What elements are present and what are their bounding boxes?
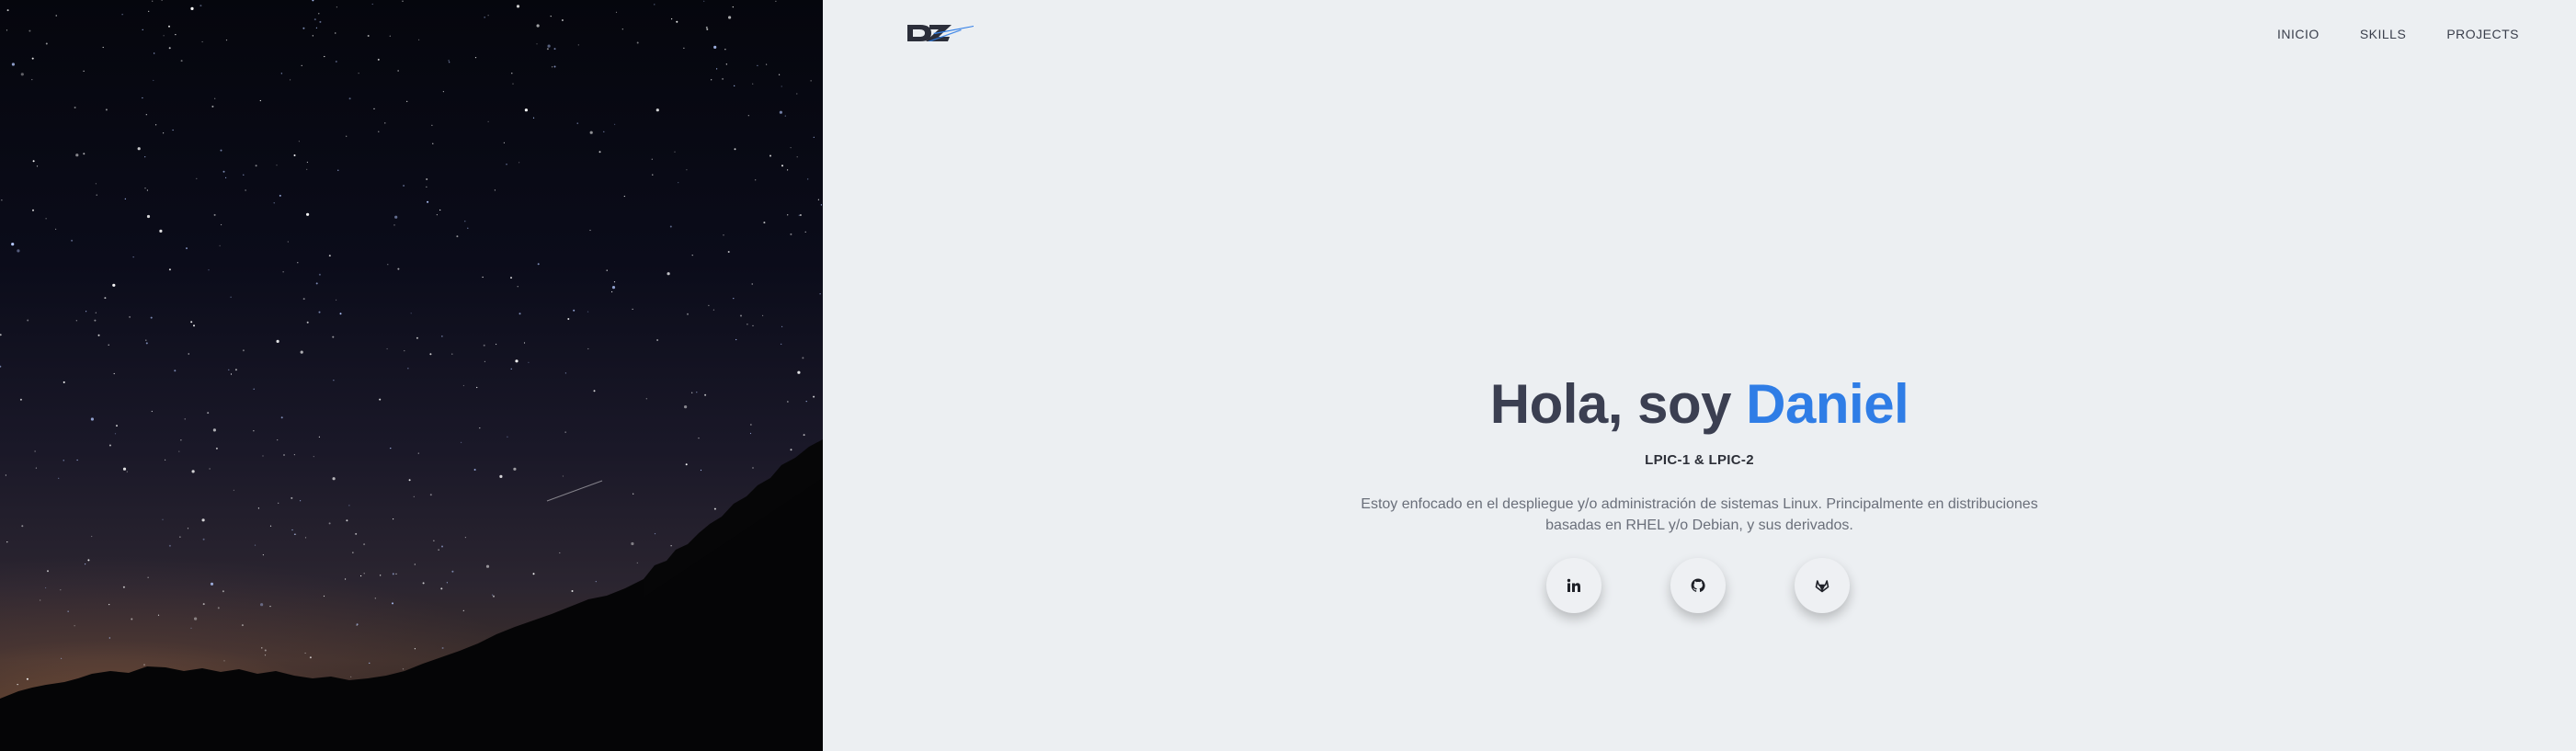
nav-link-skills[interactable]: SKILLS — [2360, 27, 2406, 41]
treeline-silhouette — [0, 439, 823, 751]
nav-link-inicio[interactable]: INICIO — [2277, 27, 2320, 41]
gitlab-button[interactable] — [1795, 558, 1850, 613]
dz-logo-icon — [907, 25, 974, 41]
hero-section: Hola, soy Daniel LPIC-1 & LPIC-2 Estoy e… — [823, 371, 2576, 536]
gitlab-icon — [1815, 580, 1829, 593]
top-nav: INICIO SKILLS PROJECTS — [2237, 27, 2519, 41]
hero-name: Daniel — [1746, 373, 1909, 435]
github-icon — [1691, 578, 1705, 593]
github-button[interactable] — [1670, 558, 1726, 613]
hero-greeting: Hola, soy — [1489, 373, 1732, 435]
nav-link-projects[interactable]: PROJECTS — [2446, 27, 2519, 41]
logo[interactable] — [906, 22, 975, 44]
hero-title: Hola, soy Daniel — [823, 371, 2576, 438]
hero-certifications: LPIC-1 & LPIC-2 — [1645, 452, 1754, 468]
linkedin-button[interactable] — [1546, 558, 1601, 613]
hero-description: Estoy enfocado en el despliegue y/o admi… — [1361, 496, 2038, 533]
linkedin-icon — [1567, 578, 1580, 592]
night-sky-image — [0, 0, 823, 751]
